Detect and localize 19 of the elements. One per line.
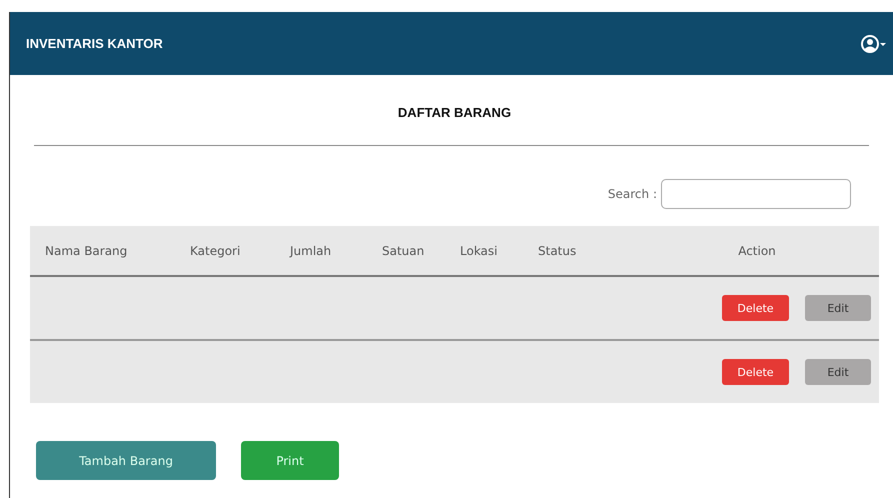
column-header: Kategori [189,244,242,258]
column-header: Status [537,244,578,258]
column-header: Nama Barang [44,244,128,258]
search-label: Search : [608,187,657,201]
add-item-button[interactable]: Tambah Barang [36,441,216,480]
edit-button[interactable]: Edit [805,295,871,321]
edit-button[interactable]: Edit [805,359,871,385]
delete-button[interactable]: Delete [722,359,789,385]
user-avatar-icon [861,34,887,54]
delete-button[interactable]: Delete [722,295,789,321]
print-button[interactable]: Print [241,441,339,480]
column-header: Jumlah [288,244,332,258]
column-header: Action [737,244,777,258]
column-header: Lokasi [459,244,498,258]
page-heading: DAFTAR BARANG [396,104,512,122]
app-title: INVENTARIS KANTOR [26,36,163,51]
search-field[interactable] [661,179,851,209]
column-header: Satuan [381,244,426,258]
user-menu-button[interactable] [861,34,887,54]
